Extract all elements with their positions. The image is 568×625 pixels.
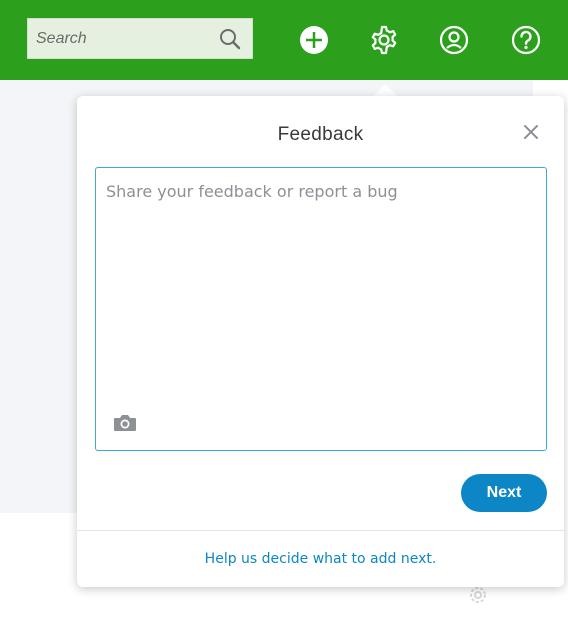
search-input[interactable] bbox=[28, 19, 208, 58]
help-link[interactable]: Help us decide what to add next. bbox=[77, 551, 564, 567]
top-navigation-bar bbox=[0, 0, 568, 80]
dialog-title: Feedback bbox=[277, 124, 364, 145]
feedback-dialog: Feedback Next Help us decide what to add… bbox=[77, 96, 564, 587]
search-icon[interactable] bbox=[218, 27, 242, 51]
divider bbox=[77, 530, 564, 531]
user-icon[interactable] bbox=[438, 24, 470, 56]
help-icon[interactable] bbox=[510, 24, 542, 56]
next-button[interactable]: Next bbox=[461, 474, 547, 512]
popover-arrow bbox=[373, 84, 397, 96]
search-box[interactable] bbox=[27, 18, 253, 59]
close-icon[interactable] bbox=[519, 120, 543, 144]
feedback-textarea[interactable] bbox=[95, 167, 547, 451]
plus-icon[interactable] bbox=[298, 24, 330, 56]
camera-icon[interactable] bbox=[112, 411, 138, 435]
gear-icon[interactable] bbox=[368, 24, 400, 56]
